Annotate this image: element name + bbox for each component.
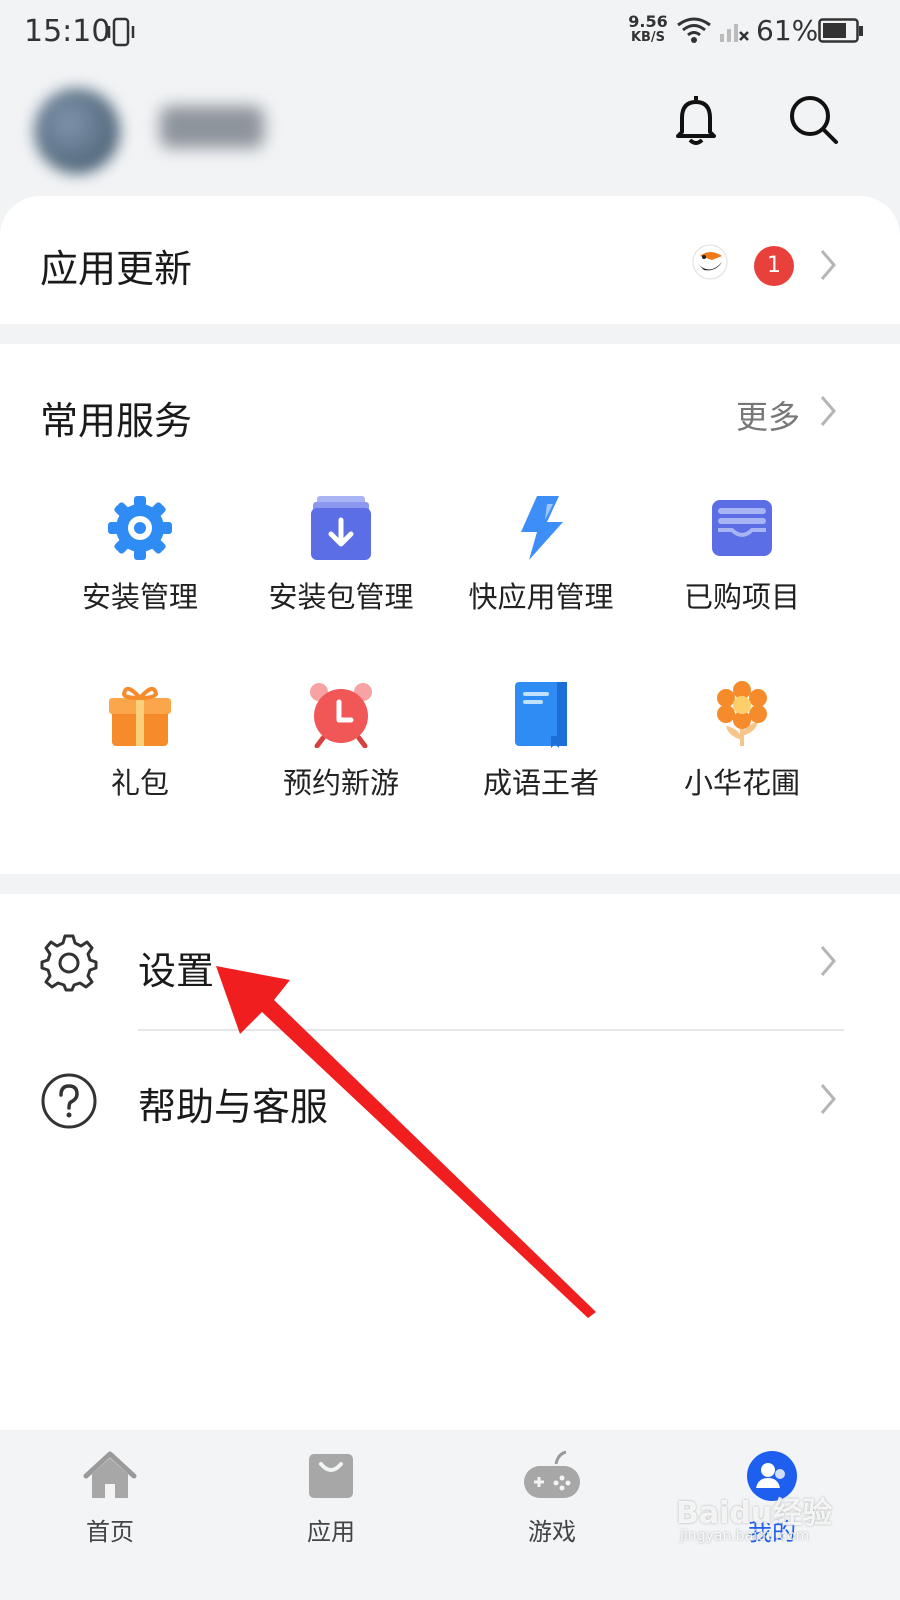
gift-icon — [40, 680, 240, 752]
settings-menu-item[interactable]: 设置 — [138, 940, 214, 995]
baidu-watermark-url: jingyan.baidu.com — [680, 1528, 810, 1544]
service-label: 预约新游 — [282, 766, 399, 800]
service-idiom-king[interactable]: 成语王者 — [441, 680, 641, 802]
home-icon — [82, 1451, 138, 1506]
signal-icon — [718, 16, 750, 48]
bell-icon[interactable] — [670, 92, 722, 152]
service-purchased-items[interactable]: 已购项目 — [642, 494, 842, 616]
nav-label: 游戏 — [528, 1518, 576, 1546]
search-icon[interactable] — [786, 92, 842, 152]
battery-icon — [818, 18, 864, 48]
chevron-right-icon[interactable] — [818, 944, 838, 982]
flower-icon — [642, 680, 842, 752]
service-label: 安装管理 — [81, 580, 198, 614]
nav-label: 首页 — [86, 1518, 134, 1546]
service-flower-garden[interactable]: 小华花圃 — [642, 680, 842, 802]
settings-gear-icon — [40, 934, 98, 996]
wifi-icon — [676, 16, 712, 48]
chevron-right-icon[interactable] — [818, 1082, 838, 1120]
more-link[interactable]: 更多 — [736, 392, 800, 438]
package-download-icon — [241, 494, 441, 566]
services-title: 常用服务 — [40, 399, 193, 443]
vibrate-icon — [106, 16, 136, 52]
chevron-right-icon — [818, 248, 838, 286]
nav-games[interactable]: 游戏 — [492, 1450, 612, 1547]
alarm-clock-icon — [241, 680, 441, 752]
nav-apps[interactable]: 应用 — [271, 1450, 391, 1547]
status-time: 15:10 — [24, 14, 111, 49]
net-speed-value: 9.56 — [628, 12, 668, 31]
avatar[interactable] — [34, 88, 120, 174]
service-gift[interactable]: 礼包 — [40, 680, 240, 802]
service-label: 快应用管理 — [468, 580, 614, 614]
service-label: 小华花圃 — [683, 766, 800, 800]
network-speed: 9.56 KB/S — [626, 14, 670, 46]
lightning-icon — [441, 494, 641, 566]
service-package-manager[interactable]: 安装包管理 — [241, 494, 441, 616]
app-update-title: 应用更新 — [40, 247, 193, 291]
service-label: 安装包管理 — [268, 580, 414, 614]
help-question-icon — [40, 1072, 98, 1134]
net-speed-unit: KB/S — [630, 30, 666, 45]
baidu-watermark: Baidu经验 — [676, 1496, 833, 1531]
status-bar: 15:10 9.56 KB/S 61% — [0, 0, 900, 64]
service-reserve-new-game[interactable]: 预约新游 — [241, 680, 441, 802]
service-quick-app-manager[interactable]: 快应用管理 — [441, 494, 641, 616]
nav-home[interactable]: 首页 — [50, 1450, 170, 1547]
chevron-right-icon[interactable] — [818, 394, 838, 432]
toucan-app-icon — [690, 242, 730, 286]
help-menu-item[interactable]: 帮助与客服 — [138, 1076, 328, 1131]
username-blurred[interactable] — [160, 106, 264, 148]
divider — [138, 1029, 844, 1031]
book-icon — [441, 680, 641, 752]
service-label: 成语王者 — [482, 766, 599, 800]
gear-icon — [40, 494, 240, 566]
service-label: 已购项目 — [683, 580, 800, 614]
battery-percent: 61% — [756, 14, 819, 47]
service-install-manager[interactable]: 安装管理 — [40, 494, 240, 616]
settings-card — [0, 894, 900, 1430]
service-label: 礼包 — [110, 766, 169, 800]
nav-label: 应用 — [307, 1518, 355, 1546]
gamepad-icon — [522, 1450, 582, 1506]
bag-icon — [303, 1454, 359, 1506]
update-count-badge: 1 — [754, 246, 794, 286]
wallet-icon — [642, 494, 842, 566]
